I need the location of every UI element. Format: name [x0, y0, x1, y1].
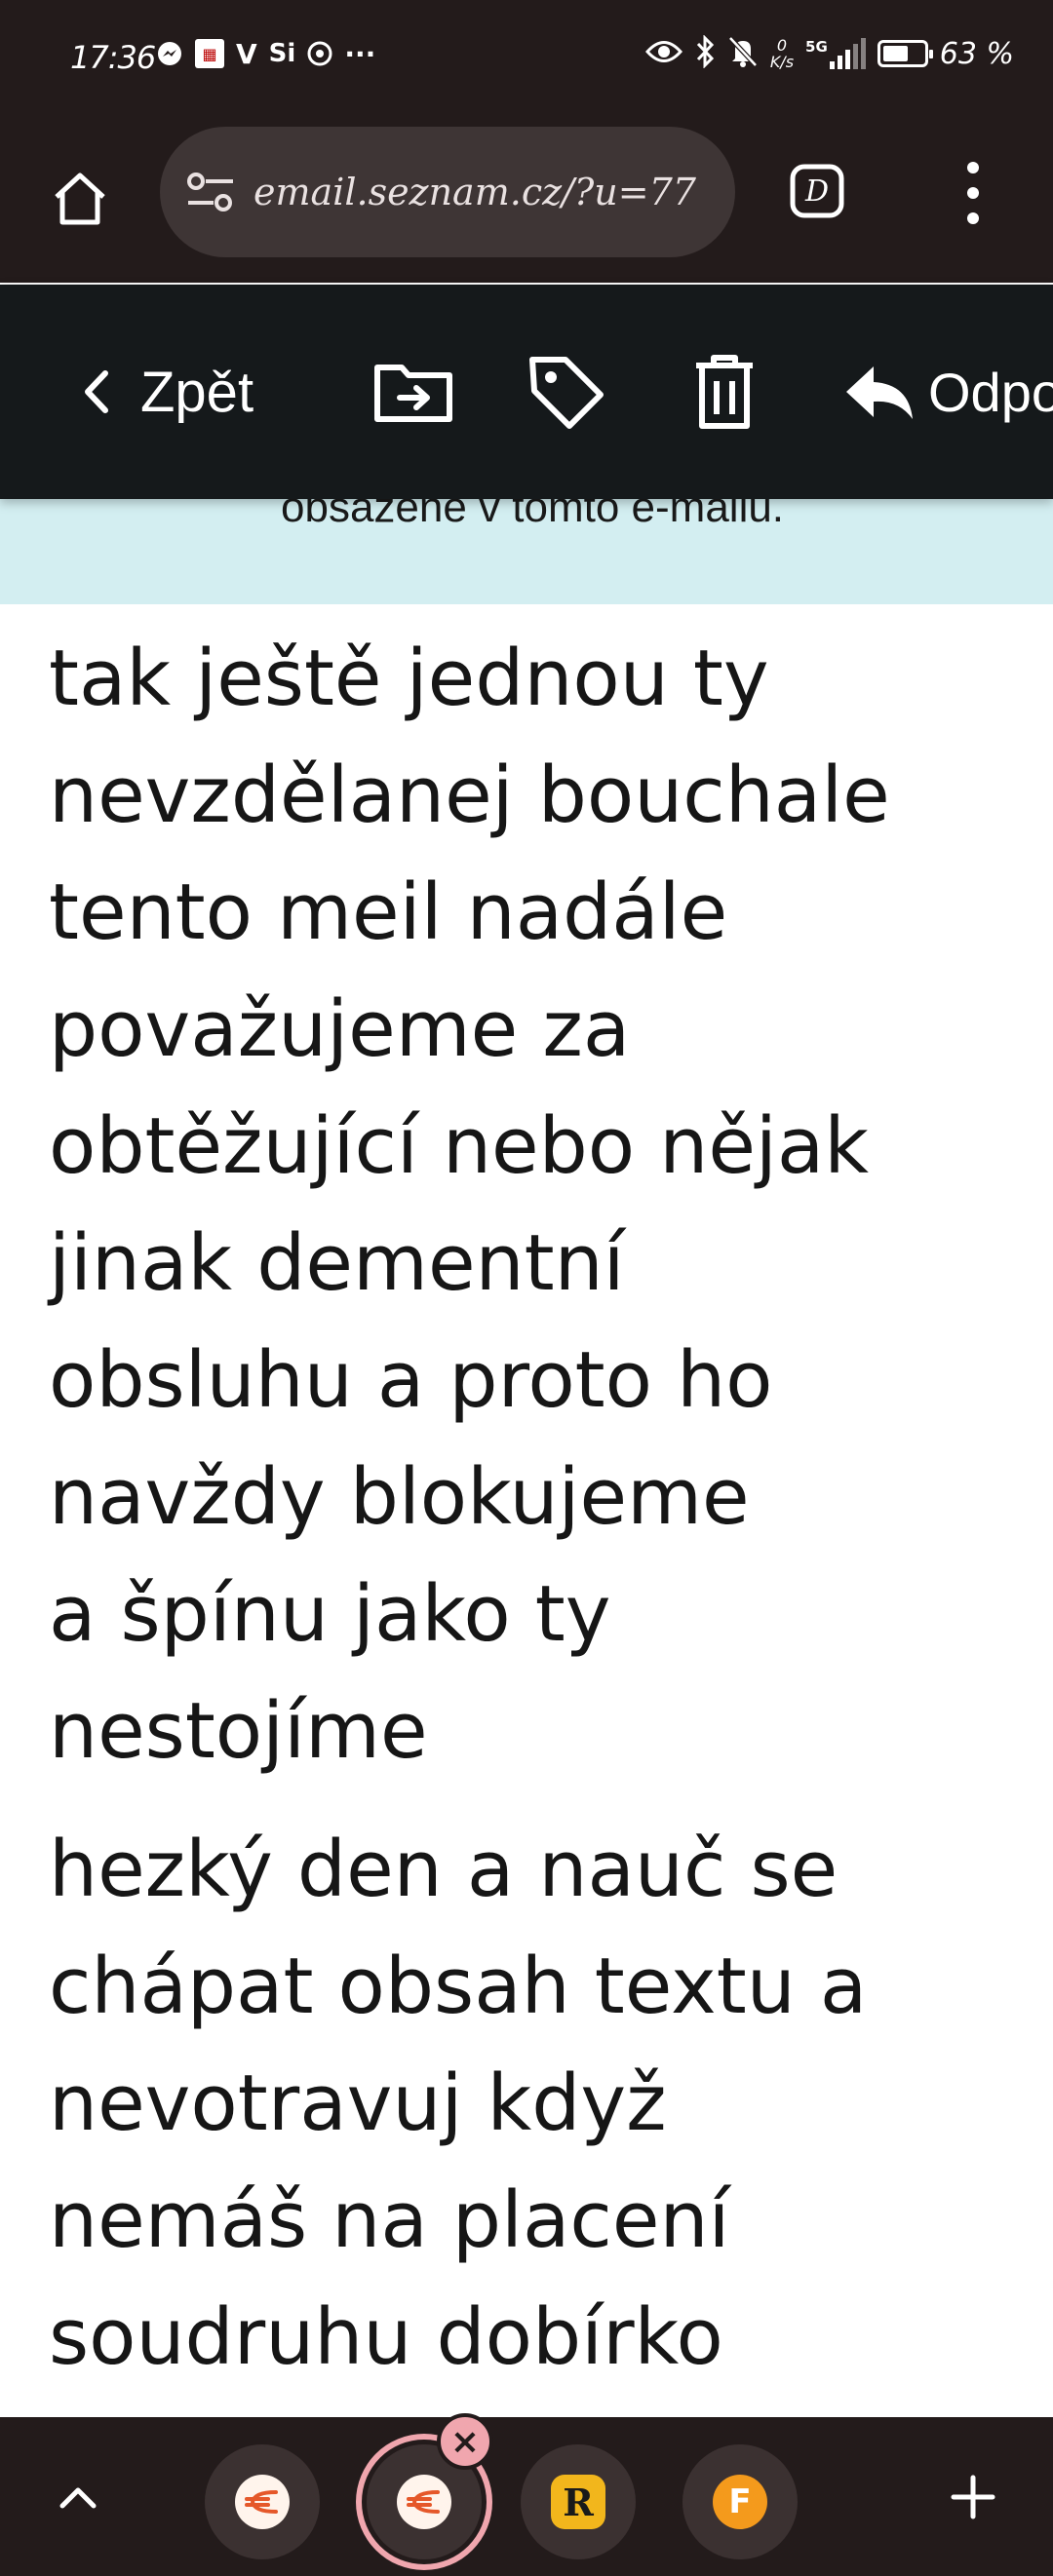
app-icon [307, 37, 332, 70]
clock: 17:36 [70, 39, 156, 76]
browser-menu-button[interactable] [954, 162, 993, 224]
f-favicon-icon: F [713, 2475, 767, 2529]
new-tab-button[interactable] [934, 2458, 1012, 2536]
reply-button[interactable]: Odpo [842, 353, 1053, 431]
signal-bars-icon [829, 38, 866, 69]
notification-icons: ▦ V Si ··· [156, 37, 375, 70]
plus-icon [951, 2475, 995, 2519]
message-body: tak ještě jednou ty nevzdělanej bouchale t… [49, 620, 1034, 2417]
tag-icon [529, 357, 604, 429]
url-text[interactable]: email.seznam.cz/?u=77 [254, 171, 696, 213]
back-label: Zpět [140, 360, 254, 424]
chevron-up-icon [59, 2487, 97, 2509]
message-line: a špínu jako ty [49, 1569, 611, 1659]
more-notifications-icon: ··· [344, 37, 376, 70]
message-line: nemáš na placení [49, 2175, 730, 2265]
message-line: soudruhu dobírko [49, 2292, 723, 2382]
tab-f-site[interactable]: F [682, 2444, 798, 2559]
expand-tabs-button[interactable] [39, 2458, 117, 2536]
mute-bell-icon [727, 35, 759, 72]
email-toolbar: Zpět Odpo [0, 285, 1053, 499]
home-icon [55, 173, 105, 225]
messenger-icon [156, 37, 183, 70]
label-button[interactable] [526, 353, 606, 431]
status-bar: 17:36 ▦ V Si ··· 0 K/s 5G 63 % [0, 0, 1053, 115]
message-line: považujeme za [49, 984, 631, 1074]
message-line: navždy blokujeme [49, 1452, 750, 1542]
ruler-icon: ▦ [195, 39, 224, 68]
message-line: tak ještě jednou ty [49, 634, 769, 723]
seznam-favicon-icon [235, 2475, 290, 2529]
seznam-favicon-icon [397, 2475, 451, 2529]
site-settings-icon[interactable] [181, 163, 240, 221]
message-line: tento meil nadále [49, 867, 728, 957]
info-banner: obsažené v tomto e-mailu. [0, 487, 1053, 604]
v-icon: V [236, 37, 257, 70]
eye-icon [644, 39, 682, 68]
message-paragraph-2: hezký den a nauč se chápat obsah textu a n… [49, 1811, 1034, 2396]
move-to-folder-button[interactable] [372, 353, 454, 431]
message-line: chápat obsah textu a [49, 1942, 868, 2031]
trash-icon [696, 355, 753, 429]
network-speed: 0 K/s [769, 36, 795, 71]
move-folder-icon [374, 365, 452, 422]
address-bar[interactable]: email.seznam.cz/?u=77 [160, 127, 735, 257]
tab-r-site[interactable]: R [521, 2444, 636, 2559]
system-icons: 0 K/s 5G 63 % [644, 34, 1014, 72]
r-favicon-icon: R [551, 2475, 605, 2529]
battery-percent: 63 % [939, 36, 1014, 71]
battery-icon [877, 40, 933, 67]
si-icon: Si [268, 39, 296, 68]
signal-indicator: 5G [805, 38, 866, 69]
tab-seznam-1[interactable] [205, 2444, 320, 2559]
bottom-tab-bar: R F [0, 2417, 1053, 2576]
message-line: jinak dementní [49, 1218, 625, 1308]
close-tab-button[interactable]: × [437, 2413, 493, 2470]
message-line: nevzdělanej bouchale [49, 750, 890, 840]
bluetooth-icon [694, 34, 716, 72]
message-paragraph-1: tak ještě jednou ty nevzdělanej bouchale t… [49, 620, 1034, 1789]
chevron-left-icon [85, 370, 108, 413]
message-line: obtěžující nebo nějak [49, 1101, 870, 1191]
browser-toolbar: email.seznam.cz/?u=77 D [0, 115, 1053, 283]
reply-icon [846, 366, 913, 419]
reply-label: Odpo [928, 361, 1053, 423]
message-line: hezký den a nauč se [49, 1825, 838, 1914]
message-line: nevotravuj když [49, 2058, 667, 2148]
delete-button[interactable] [692, 353, 757, 431]
message-line: nestojíme [49, 1686, 428, 1776]
message-line: obsluhu a proto ho [49, 1335, 773, 1425]
tab-switcher-button[interactable]: D [786, 160, 848, 222]
home-button[interactable] [41, 160, 119, 238]
back-button[interactable]: Zpět [82, 353, 254, 431]
